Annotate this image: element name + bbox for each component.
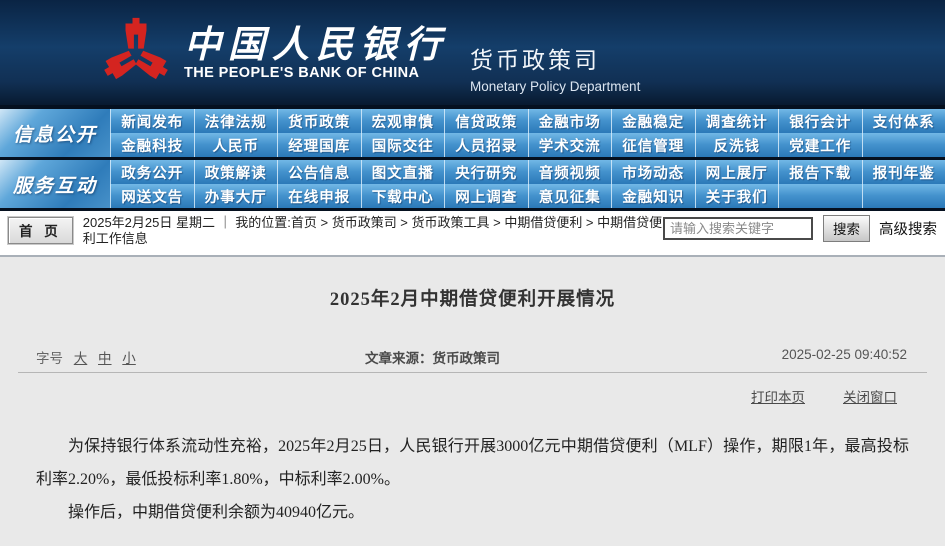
- font-size-label: 字号: [36, 351, 63, 366]
- nav-item-macroprudential[interactable]: 宏观审慎: [360, 109, 445, 133]
- nav-item-online-exhibition[interactable]: 网上展厅: [694, 160, 779, 184]
- nav-item-monetary-policy[interactable]: 货币政策: [277, 109, 361, 133]
- print-page-link[interactable]: 打印本页: [751, 386, 805, 406]
- department-name-cn: 货币政策司: [470, 47, 600, 73]
- page-actions: 打印本页 关闭窗口: [48, 386, 897, 406]
- nav-item-market-dynamics[interactable]: 市场动态: [611, 160, 695, 184]
- nav-item-recruitment[interactable]: 人员招录: [444, 133, 528, 157]
- nav-item-international-exchange[interactable]: 国际交往: [360, 133, 445, 157]
- nav-item-about-us[interactable]: 关于我们: [694, 184, 779, 208]
- breadcrumb-separator: ｜: [218, 215, 232, 230]
- breadcrumb: 2025年2月25日 星期二 ｜ 我的位置:首页 > 货币政策司 > 货币政策工…: [83, 215, 663, 247]
- nav-item-credit-reporting[interactable]: 征信管理: [611, 133, 695, 157]
- nav-group-information-disclosure: 信息公开 新闻发布 法律法规 货币政策 宏观审慎 信贷政策 金融市场 金融稳定 …: [0, 109, 945, 157]
- nav-item-empty: [861, 133, 945, 157]
- nav-item-announcements[interactable]: 公告信息: [277, 160, 361, 184]
- advanced-search-link[interactable]: 高级搜索: [879, 218, 937, 239]
- nav-item-empty: [861, 184, 945, 208]
- article-paragraph: 为保持银行体系流动性充裕，2025年2月25日，人民银行开展3000亿元中期借贷…: [36, 438, 909, 488]
- article-timestamp: 2025-02-25 09:40:52: [781, 347, 907, 362]
- nav-row: 金融科技 人民币 经理国库 国际交往 人员招录 学术交流 征信管理 反洗钱 党建…: [110, 133, 945, 157]
- nav-item-state-treasury[interactable]: 经理国库: [277, 133, 361, 157]
- article-body: 为保持银行体系流动性充裕，2025年2月25日，人民银行开展3000亿元中期借贷…: [36, 430, 909, 529]
- nav-item-online-declaration[interactable]: 在线申报: [277, 184, 361, 208]
- nav-item-online-notices[interactable]: 网送文告: [110, 184, 194, 208]
- bank-name-en: THE PEOPLE'S BANK OF CHINA: [184, 65, 420, 81]
- article-meta: 字号 大 中 小 文章来源：货币政策司 2025-02-25 09:40:52: [20, 347, 925, 366]
- nav-item-party-building[interactable]: 党建工作: [778, 133, 862, 157]
- nav-item-online-survey[interactable]: 网上调查: [444, 184, 528, 208]
- nav-item-financial-stability[interactable]: 金融稳定: [611, 109, 695, 133]
- search-area: 搜索 高级搜索: [663, 215, 939, 242]
- nav-item-report-download[interactable]: 报告下载: [778, 160, 862, 184]
- nav-item-download-center[interactable]: 下载中心: [360, 184, 445, 208]
- nav-item-financial-knowledge[interactable]: 金融知识: [611, 184, 695, 208]
- article-source: 文章来源：货币政策司: [365, 351, 500, 366]
- nav-item-central-bank-research[interactable]: 央行研究: [444, 160, 528, 184]
- nav-section-information-disclosure[interactable]: 信息公开: [0, 109, 110, 157]
- nav-item-laws-regulations[interactable]: 法律法规: [193, 109, 278, 133]
- search-input[interactable]: [663, 217, 813, 240]
- nav-group-service-interaction: 服务互动 政务公开 政策解读 公告信息 图文直播 央行研究 音频视频 市场动态 …: [0, 160, 945, 208]
- nav-item-solicit-opinions[interactable]: 意见征集: [527, 184, 612, 208]
- nav-item-news-release[interactable]: 新闻发布: [110, 109, 194, 133]
- pboc-emblem-icon: [98, 11, 174, 95]
- breadcrumb-date: 2025年2月25日 星期二: [82, 215, 215, 230]
- font-size-large-link[interactable]: 大: [74, 351, 88, 366]
- breadcrumb-bar: 首 页 2025年2月25日 星期二 ｜ 我的位置:首页 > 货币政策司 > 货…: [0, 211, 945, 249]
- nav-item-fintech[interactable]: 金融科技: [110, 133, 194, 157]
- nav-row: 新闻发布 法律法规 货币政策 宏观审慎 信贷政策 金融市场 金融稳定 调查统计 …: [110, 109, 945, 133]
- main-navigation: 信息公开 新闻发布 法律法规 货币政策 宏观审慎 信贷政策 金融市场 金融稳定 …: [0, 105, 945, 211]
- search-button[interactable]: 搜索: [823, 215, 870, 242]
- nav-item-service-hall[interactable]: 办事大厅: [193, 184, 278, 208]
- nav-item-government-affairs[interactable]: 政务公开: [110, 160, 194, 184]
- font-size-small-link[interactable]: 小: [122, 351, 136, 366]
- meta-divider: [18, 372, 927, 373]
- close-window-link[interactable]: 关闭窗口: [843, 386, 897, 406]
- bank-name-cn: 中国人民银行: [184, 22, 448, 66]
- nav-item-academic-exchange[interactable]: 学术交流: [527, 133, 612, 157]
- pboc-page: 中国人民银行 THE PEOPLE'S BANK OF CHINA 货币政策司 …: [0, 0, 945, 546]
- nav-item-anti-money-laundering[interactable]: 反洗钱: [694, 133, 779, 157]
- nav-item-financial-markets[interactable]: 金融市场: [527, 109, 612, 133]
- home-button[interactable]: 首 页: [7, 216, 74, 245]
- bank-name-block: 中国人民银行 THE PEOPLE'S BANK OF CHINA: [184, 24, 448, 81]
- nav-item-periodicals-yearbook[interactable]: 报刊年鉴: [861, 160, 945, 184]
- nav-item-renminbi[interactable]: 人民币: [193, 133, 278, 157]
- nav-row: 政务公开 政策解读 公告信息 图文直播 央行研究 音频视频 市场动态 网上展厅 …: [110, 160, 945, 184]
- nav-item-audio-video[interactable]: 音频视频: [527, 160, 612, 184]
- font-size-medium-link[interactable]: 中: [98, 351, 112, 366]
- font-size-control: 字号 大 中 小: [36, 351, 136, 366]
- department-name-en: Monetary Policy Department: [470, 79, 641, 94]
- article-content: 2025年2月中期借贷便利开展情况 字号 大 中 小 文章来源：货币政策司 20…: [0, 257, 945, 546]
- nav-item-bank-accounting[interactable]: 银行会计: [778, 109, 862, 133]
- department-name-block: 货币政策司 Monetary Policy Department: [470, 11, 640, 94]
- article-paragraph: 操作后，中期借贷便利余额为40940亿元。: [68, 504, 365, 521]
- nav-item-payment-systems[interactable]: 支付体系: [861, 109, 945, 133]
- nav-item-credit-policy[interactable]: 信贷政策: [444, 109, 528, 133]
- nav-item-empty: [778, 184, 862, 208]
- nav-item-survey-statistics[interactable]: 调查统计: [694, 109, 779, 133]
- nav-item-policy-interpretation[interactable]: 政策解读: [193, 160, 278, 184]
- article-title: 2025年2月中期借贷便利开展情况: [329, 290, 616, 310]
- nav-row: 网送文告 办事大厅 在线申报 下载中心 网上调查 意见征集 金融知识 关于我们: [110, 184, 945, 208]
- nav-section-service-interaction[interactable]: 服务互动: [0, 160, 110, 208]
- site-header: 中国人民银行 THE PEOPLE'S BANK OF CHINA 货币政策司 …: [0, 0, 945, 105]
- nav-item-live-broadcast[interactable]: 图文直播: [360, 160, 445, 184]
